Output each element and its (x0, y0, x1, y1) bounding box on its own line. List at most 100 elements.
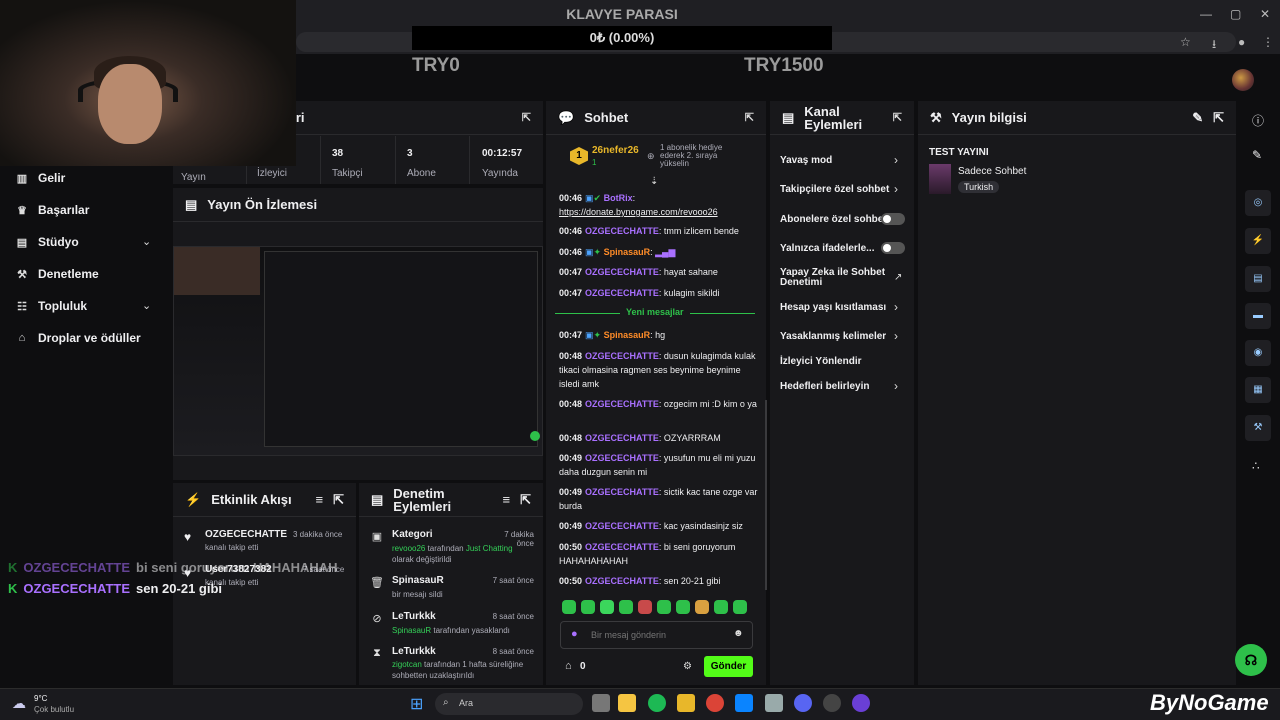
msg-user[interactable]: OZGECECHATTE (585, 542, 659, 552)
info-icon[interactable]: ⓘ (1252, 112, 1264, 129)
pinned-user[interactable]: 26nefer26 (592, 145, 639, 156)
emote-icon[interactable] (562, 600, 576, 614)
msg-user[interactable]: OZGECECHATTE (585, 351, 659, 361)
close-window-icon[interactable]: ✕ (1260, 7, 1270, 21)
chevron-right-icon[interactable]: › (894, 329, 898, 343)
chrome-icon[interactable] (706, 694, 724, 712)
app-icon[interactable] (765, 694, 783, 712)
emote-icon[interactable] (733, 600, 747, 614)
weather-icon[interactable]: ☁ (12, 695, 26, 712)
msg-user[interactable]: OZGECECHATTE (585, 576, 659, 586)
support-headset-icon[interactable]: ☊ (1235, 644, 1267, 676)
nav-item-basarilar[interactable]: ♛ Başarılar (16, 200, 89, 220)
action-slow-mode[interactable]: Yavaş mod (780, 155, 906, 166)
popout-icon[interactable]: ⇱ (745, 111, 754, 124)
wrench-icon[interactable]: ⚒ (1245, 415, 1271, 441)
chevron-down-icon[interactable]: ⌄ (142, 235, 151, 248)
msg-user[interactable]: OZGECECHATTE (585, 288, 659, 298)
nav-item-studyo[interactable]: ▤ Stüdyo (16, 232, 79, 252)
discord-icon[interactable] (794, 694, 812, 712)
nav-item-topluluk[interactable]: ☷ Topluluk (16, 296, 87, 316)
emote-icon[interactable] (619, 600, 633, 614)
action-banned-words[interactable]: Yasaklanmış kelimeler (780, 331, 906, 342)
popout-icon[interactable]: ⇱ (893, 111, 902, 124)
nav-item-droplar[interactable]: ⌂ Droplar ve ödüller (16, 328, 141, 348)
action-account-age[interactable]: Hesap yaşı kısıtlaması (780, 302, 906, 313)
msg-user[interactable]: OZGECECHATTE (585, 521, 659, 531)
lightning-icon[interactable]: ⚡ (1245, 228, 1271, 254)
msg-user[interactable]: OZGECECHATTE (585, 433, 659, 443)
msg-user[interactable]: SpinasauR (604, 330, 651, 340)
action-raid[interactable]: İzleyici Yönlendir (780, 356, 906, 367)
settings-gear-icon[interactable]: ⚙ (683, 661, 692, 672)
download-icon[interactable]: ⭳ (1212, 35, 1216, 56)
dots-icon[interactable]: ∴ (1252, 459, 1260, 473)
obs-icon[interactable] (823, 694, 841, 712)
chat-input[interactable] (591, 626, 721, 644)
external-link-icon[interactable]: ↗ (894, 272, 902, 283)
bookmark-star-icon[interactable]: ☆ (1180, 35, 1191, 49)
maximize-icon[interactable]: ▢ (1230, 7, 1241, 21)
msg-user[interactable]: OZGECECHATTE (585, 487, 659, 497)
emote-icon[interactable] (714, 600, 728, 614)
profile-icon[interactable]: ● (1238, 35, 1245, 49)
store-icon[interactable]: ⌂ (565, 660, 572, 672)
action-goals[interactable]: Hedefleri belirleyin (780, 381, 906, 392)
emote-icon[interactable] (638, 600, 652, 614)
mail-icon[interactable] (735, 694, 753, 712)
emote-icon[interactable] (600, 600, 614, 614)
popout-icon[interactable]: ⇱ (520, 492, 531, 508)
msg-user[interactable]: OZGECECHATTE (585, 267, 659, 277)
task-view-icon[interactable] (592, 694, 610, 712)
chat-input-box[interactable]: ● ☻ (560, 621, 753, 649)
msg-user[interactable]: BotRix (604, 193, 633, 203)
msg-user[interactable]: SpinasauR (604, 247, 651, 257)
microphone-icon[interactable]: ● (571, 628, 578, 640)
menu-icon[interactable]: ⋮ (1262, 35, 1274, 49)
send-button[interactable]: Gönder (704, 656, 753, 677)
emote-icon[interactable] (581, 600, 595, 614)
chevron-right-icon[interactable]: › (894, 182, 898, 196)
stream-preview[interactable] (173, 246, 543, 456)
subscribers-only-toggle[interactable] (881, 213, 905, 225)
taskbar-search[interactable]: ⌕ Ara (435, 693, 583, 715)
emote-icon[interactable] (695, 600, 709, 614)
popout-icon[interactable]: ⇱ (1213, 110, 1224, 126)
chevron-right-icon[interactable]: › (894, 153, 898, 167)
windows-start-icon[interactable]: ⊞ (410, 694, 423, 714)
chevron-right-icon[interactable]: › (894, 379, 898, 393)
edit-pencil-icon[interactable]: ✎ (1192, 110, 1203, 126)
nav-item-gelir[interactable]: ▥ Gelir (16, 168, 66, 188)
chat-scrollbar[interactable] (765, 400, 767, 590)
spotify-icon[interactable] (648, 694, 666, 712)
broadcast-icon[interactable]: ◉ (1245, 340, 1271, 366)
msg-user[interactable]: OZGECECHATTE (585, 453, 659, 463)
popout-icon[interactable]: ⇱ (522, 111, 531, 124)
scroll-down-icon[interactable]: ⇣ (650, 176, 658, 187)
msg-text[interactable]: https://donate.bynogame.com/revooo26 (559, 207, 718, 217)
chevron-right-icon[interactable]: › (894, 300, 898, 314)
avatar[interactable] (1232, 69, 1254, 91)
document-icon[interactable]: ▤ (1245, 266, 1271, 292)
file-explorer-icon[interactable] (677, 694, 695, 712)
app-icon[interactable] (852, 694, 870, 712)
edit-pencil-icon[interactable]: ✎ (1252, 148, 1262, 162)
action-ai-moderation[interactable]: Yapay Zeka ile Sohbet Denetimi (780, 268, 888, 288)
emoji-icon[interactable]: ☻ (733, 628, 744, 639)
emote-icon[interactable] (676, 600, 690, 614)
minimize-icon[interactable]: — (1200, 7, 1212, 21)
store-app-icon[interactable] (618, 694, 636, 712)
emotes-only-toggle[interactable] (881, 242, 905, 254)
action-followers-only[interactable]: Takipçilere özel sohbet (780, 184, 906, 195)
nav-item-denetleme[interactable]: ⚒ Denetleme (16, 264, 99, 284)
msg-user[interactable]: OZGECECHATTE (585, 226, 659, 236)
camera-icon[interactable]: ◎ (1245, 190, 1271, 216)
chat-bubble-icon[interactable]: ▬ (1245, 303, 1271, 329)
layout-icon[interactable]: ▦ (1245, 377, 1271, 403)
emote-icon[interactable] (657, 600, 671, 614)
msg-user[interactable]: OZGECECHATTE (585, 399, 659, 409)
chevron-down-icon[interactable]: ⌄ (142, 299, 151, 312)
popout-icon[interactable]: ⇱ (333, 492, 344, 508)
filter-icon[interactable]: ≡ (503, 492, 511, 507)
filter-icon[interactable]: ≡ (316, 492, 324, 507)
